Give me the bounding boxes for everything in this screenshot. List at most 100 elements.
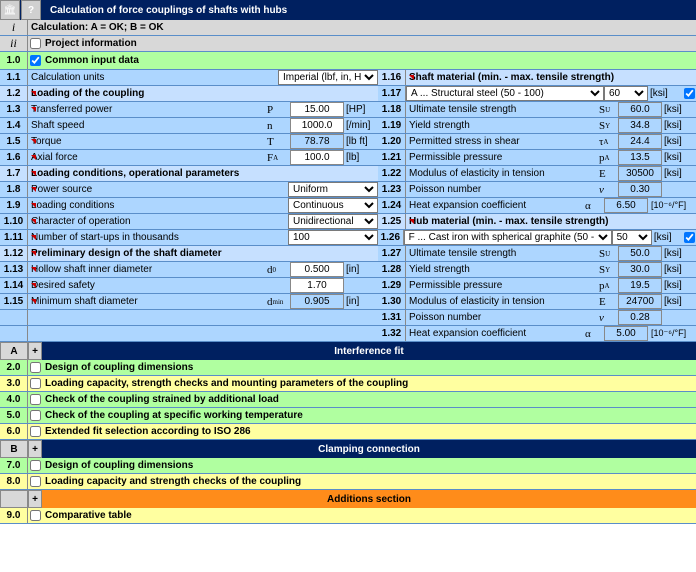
u-1-13: [in] [344, 262, 378, 277]
val-1-5: 78.78 [290, 134, 344, 149]
sect-B-name: Clamping connection [42, 440, 696, 458]
rn-4-0: 4.0 [0, 392, 28, 407]
chk-6-0[interactable] [28, 424, 42, 439]
units-select[interactable]: Imperial (lbf, in, HP..) [278, 70, 378, 85]
sym-1-22: E [596, 166, 618, 181]
val-1-3[interactable] [290, 102, 344, 117]
sel-1-10[interactable]: Unidirectional [288, 214, 378, 229]
rn-1-23: 1.23 [378, 182, 406, 197]
page-title: Calculation of force couplings of shafts… [42, 5, 287, 16]
lbl-1-24: Heat expansion coefficient [406, 198, 582, 213]
lbl-1-27: Ultimate tensile strength [406, 246, 596, 261]
sym-1-27: SU [596, 246, 618, 261]
val-1-17[interactable]: 60 [604, 86, 648, 101]
sect-Add-blank [0, 490, 28, 508]
chk-5-0[interactable] [28, 408, 42, 423]
sect-Add-name: Additions section [42, 490, 696, 508]
val-1-13[interactable] [290, 262, 344, 277]
chk-8-0[interactable] [28, 474, 42, 489]
chk-9-0[interactable] [28, 508, 42, 523]
chk-7-0[interactable] [28, 458, 42, 473]
lbl-1-31: Poisson number [406, 310, 596, 325]
val-1-6[interactable] [290, 150, 344, 165]
rn-1-16: 1.16 [378, 70, 406, 85]
expand-B[interactable]: + [28, 440, 42, 458]
help-icon[interactable]: ? [21, 0, 41, 20]
lbl-8-0: Loading capacity and strength checks of … [42, 474, 696, 489]
sym-1-32: α [582, 326, 604, 341]
rn-1-10: 1.10 [0, 214, 28, 229]
val-1-4[interactable] [290, 118, 344, 133]
rn-1-6: 1.6 [0, 150, 28, 165]
sym-1-23: ν [596, 182, 618, 197]
sym-1-19: SY [596, 118, 618, 133]
lbl-1-2: Loading of the coupling [28, 86, 378, 101]
rn-1-9: 1.9 [0, 198, 28, 213]
expand-Add[interactable]: + [28, 490, 42, 508]
lbl-6-0: Extended fit selection according to ISO … [42, 424, 696, 439]
sel-1-9[interactable]: Continuous [288, 198, 378, 213]
val-1-15: 0.905 [290, 294, 344, 309]
lbl-1-4: Shaft speed [28, 118, 264, 133]
lbl-1-15: Minimum shaft diameter [28, 294, 264, 309]
val-1-14[interactable] [290, 278, 344, 293]
lbl-1-7: Loading conditions, operational paramete… [28, 166, 378, 181]
lbl-1-28: Yield strength [406, 262, 596, 277]
proj-info-check[interactable] [28, 36, 42, 51]
u-1-6: [lb] [344, 150, 378, 165]
common-input-label: Common input data [42, 52, 696, 69]
rn-1-3: 1.3 [0, 102, 28, 117]
u-1-15: [in] [344, 294, 378, 309]
val-1-29: 19.5 [618, 278, 662, 293]
u-1-5: [lb ft] [344, 134, 378, 149]
chk-1-17[interactable] [682, 86, 696, 101]
rn-8-0: 8.0 [0, 474, 28, 489]
chk-3-0[interactable] [28, 376, 42, 391]
rn-3-0: 3.0 [0, 376, 28, 391]
sel-1-26[interactable]: F ... Cast iron with spherical graphite … [404, 230, 612, 245]
chk-4-0[interactable] [28, 392, 42, 407]
lbl-1-1: Calculation units [28, 70, 278, 85]
val-1-26[interactable]: 50 [612, 230, 652, 245]
sym-1-21: pA [596, 150, 618, 165]
chk-1-26[interactable] [683, 230, 696, 245]
val-1-24: 6.50 [604, 198, 648, 213]
sel-1-8[interactable]: Uniform [288, 182, 378, 197]
lbl-1-22: Modulus of elasticity in tension [406, 166, 596, 181]
lbl-1-5: Torque [28, 134, 264, 149]
val-1-19: 34.8 [618, 118, 662, 133]
rn-1-22: 1.22 [378, 166, 406, 181]
sel-1-17[interactable]: A ... Structural steel (50 - 100) [406, 86, 604, 101]
expand-A[interactable]: + [28, 342, 42, 360]
rn-1-27: 1.27 [378, 246, 406, 261]
rn-1-5: 1.5 [0, 134, 28, 149]
u-1-27: [ksi] [662, 246, 696, 261]
sym-1-30: E [596, 294, 618, 309]
sel-1-11[interactable]: 100 [288, 230, 378, 245]
lbl-1-29: Permissible pressure [406, 278, 596, 293]
chk-2-0[interactable] [28, 360, 42, 375]
rn-2-0: 2.0 [0, 360, 28, 375]
lbl-1-18: Ultimate tensile strength [406, 102, 596, 117]
lbl-1-23: Poisson number [406, 182, 596, 197]
lbl-1-21: Permissible pressure [406, 150, 596, 165]
app-icon[interactable]: 🏛 [0, 0, 20, 20]
row-ii: ii [0, 36, 28, 51]
rn-5-0: 5.0 [0, 408, 28, 423]
sect-B: B [0, 440, 28, 458]
rn-1-28: 1.28 [378, 262, 406, 277]
val-1-31: 0.28 [618, 310, 662, 325]
lbl-1-3: Transferred power [28, 102, 264, 117]
common-input-check[interactable] [28, 52, 42, 69]
lbl-1-12: Preliminary design of the shaft diameter [28, 246, 378, 261]
sym-1-15: dmin [264, 294, 290, 309]
u-1-18: [ksi] [662, 102, 696, 117]
lbl-1-6: Axial force [28, 150, 264, 165]
sect-A-name: Interference fit [42, 342, 696, 360]
rn-1-17: 1.17 [378, 86, 406, 101]
rn-9-0: 9.0 [0, 508, 28, 523]
rn-1-19: 1.19 [378, 118, 406, 133]
sym-1-20: τA [596, 134, 618, 149]
sym-1-6: FA [264, 150, 290, 165]
rn-1-8: 1.8 [0, 182, 28, 197]
